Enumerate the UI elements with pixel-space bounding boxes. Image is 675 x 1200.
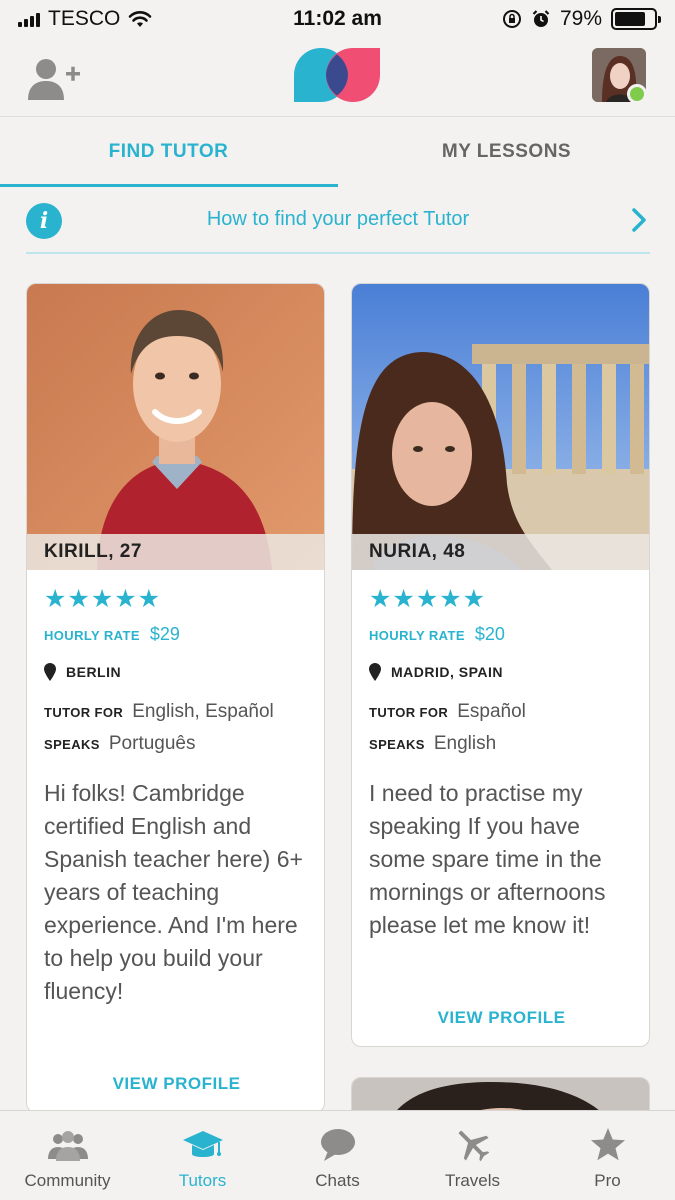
chat-bubble-icon [320,1129,355,1161]
speaks-row: SPEAKS English [369,733,632,755]
add-user-icon[interactable] [26,56,82,102]
hourly-rate-value: $29 [149,624,180,644]
tutor-for-row: TUTOR FOR English, Español [44,701,307,723]
star-icon [590,1128,625,1161]
speaks-row: SPEAKS Português [44,733,307,755]
online-status-dot [627,84,647,104]
tutor-card-body: ★★★★★ HOURLY RATE $20 MADRID, SPAIN TUTO… [352,570,649,942]
nav-travels[interactable]: Travels [405,1111,540,1200]
speaks-value: English [433,733,497,754]
location-text: BERLIN [66,664,122,680]
speaks-label: SPEAKS [369,737,425,752]
tutor-card[interactable]: KIRILL, 27 ★★★★★ HOURLY RATE $29 BERLIN … [26,283,325,1113]
nav-pro-label: Pro [594,1171,621,1190]
app-logo-icon [294,48,380,102]
view-profile-button[interactable]: VIEW PROFILE [352,1008,649,1028]
tutor-for-label: TUTOR FOR [44,705,124,720]
rating-stars: ★★★★★ [369,584,487,613]
tab-bar: FIND TUTOR MY LESSONS [0,116,675,187]
airplane-icon [458,1130,489,1162]
tab-my-lessons[interactable]: MY LESSONS [338,117,675,187]
active-tab-indicator [0,184,338,187]
tutor-bio: I need to practise my speaking If you ha… [369,780,606,938]
tab-find-tutor[interactable]: FIND TUTOR [0,117,337,187]
community-icon [47,1131,88,1161]
nav-tutors[interactable]: Tutors [135,1111,270,1200]
location-row: BERLIN [44,663,307,681]
status-bar: TESCO 11:02 am 79% [0,0,675,38]
speaks-label: SPEAKS [44,737,100,752]
battery-icon [611,8,661,30]
tutor-photo: NURIA, 48 [352,284,649,570]
graduation-cap-icon [182,1131,223,1157]
hourly-rate-row: HOURLY RATE $20 [369,624,632,645]
tutor-card-body: ★★★★★ HOURLY RATE $29 BERLIN TUTOR FOR E… [27,570,324,1008]
hourly-rate-value: $20 [474,624,505,644]
tutor-for-value: Español [457,701,526,722]
hourly-rate-label: HOURLY RATE [44,628,140,643]
hourly-rate-label: HOURLY RATE [369,628,465,643]
nav-community[interactable]: Community [0,1111,135,1200]
info-banner-text: How to find your perfect Tutor [206,208,470,230]
info-banner[interactable]: How to find your perfect Tutor i [26,196,650,254]
tutor-photo: KIRILL, 27 [27,284,324,570]
alarm-icon [532,10,550,27]
chevron-right-icon [632,208,646,232]
tutor-photo-image [352,284,649,570]
bottom-nav: Community Tutors Chats Travels Pro [0,1110,675,1200]
tutor-bio: Hi folks! Cambridge certified English an… [44,780,303,1004]
location-pin-icon [369,663,381,681]
rating-stars: ★★★★★ [44,584,162,613]
view-profile-button[interactable]: VIEW PROFILE [27,1074,324,1094]
battery-level [615,12,646,26]
hourly-rate-row: HOURLY RATE $29 [44,624,307,645]
tutor-for-value: English, Español [132,701,274,722]
nav-travels-label: Travels [444,1171,501,1190]
info-icon: i [26,203,62,239]
speaks-value: Português [108,733,196,754]
nav-pro[interactable]: Pro [540,1111,675,1200]
tutor-name: KIRILL, 27 [27,534,324,570]
nav-chats[interactable]: Chats [270,1111,405,1200]
nav-chats-label: Chats [315,1171,360,1190]
nav-community-label: Community [24,1171,111,1190]
tutor-name: NURIA, 48 [352,534,649,570]
location-pin-icon [44,663,56,681]
tutor-photo-image [27,284,324,570]
tutor-for-label: TUTOR FOR [369,705,449,720]
location-row: MADRID, SPAIN [369,663,632,681]
location-text: MADRID, SPAIN [391,664,504,680]
status-right: 79% [502,7,661,31]
orientation-lock-icon [502,10,521,28]
app-header [0,38,675,116]
tutor-for-row: TUTOR FOR Español [369,701,632,723]
battery-percent: 79% [559,7,602,30]
tutor-card[interactable]: NURIA, 48 ★★★★★ HOURLY RATE $20 MADRID, … [351,283,650,1047]
nav-tutors-label: Tutors [178,1171,227,1190]
